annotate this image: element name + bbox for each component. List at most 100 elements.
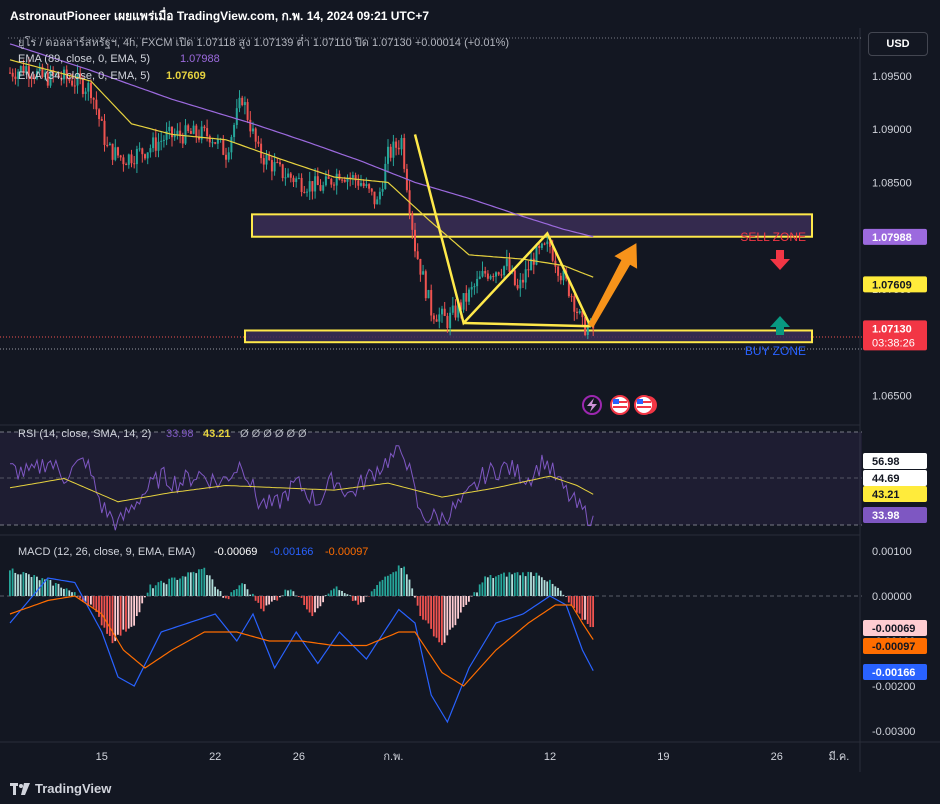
macd-histogram-bar <box>49 580 52 596</box>
us-flag-event-icon[interactable] <box>610 395 630 415</box>
tradingview-logo[interactable]: TradingView <box>10 781 111 796</box>
candle <box>160 131 163 151</box>
candle-body <box>146 152 149 159</box>
candle <box>265 150 268 170</box>
candle-body <box>90 82 92 99</box>
macd-histogram-bar <box>171 577 173 596</box>
candle-body <box>195 125 198 137</box>
macd-histogram-bar <box>17 574 19 596</box>
macd-histogram-bar <box>324 595 327 596</box>
candle <box>9 67 11 74</box>
candle <box>481 261 484 278</box>
sell-zone-label: SELL ZONE <box>740 230 806 244</box>
candle <box>119 154 122 161</box>
candle-body <box>257 141 260 144</box>
candle <box>222 135 225 156</box>
macd-histogram-bar <box>346 594 349 596</box>
macd-histogram-bar <box>473 592 476 596</box>
candle-body <box>133 163 136 165</box>
lightning-event-icon[interactable] <box>582 395 602 415</box>
macd-histogram-bar <box>173 577 176 596</box>
rsi-mid-tag: 44.69 <box>863 470 927 486</box>
candle <box>384 156 387 190</box>
candle <box>416 243 419 260</box>
macd-histogram-bar <box>9 570 11 596</box>
macd-histogram-bar <box>530 572 532 596</box>
candle-body <box>427 290 430 299</box>
candle-body <box>130 154 133 164</box>
candle-body <box>465 293 468 302</box>
candle-body <box>513 270 516 285</box>
macd-hist-tag-text: -0.00069 <box>872 623 915 635</box>
candle-body <box>578 311 581 313</box>
candle-body <box>538 245 541 248</box>
candle <box>513 269 516 287</box>
macd-histogram-bar <box>308 596 311 613</box>
macd-histogram-bar <box>503 572 505 596</box>
macd-histogram-bar <box>162 582 165 596</box>
candle-body <box>119 155 122 158</box>
candle-body <box>254 128 257 142</box>
macd-histogram-bar <box>76 596 79 597</box>
candle <box>270 156 273 181</box>
candle <box>249 111 252 138</box>
close-price-tag-text: 1.07130 <box>872 323 912 335</box>
macd-histogram-bar <box>192 571 195 596</box>
macd-histogram-bar <box>365 596 368 597</box>
macd-histogram-bar <box>176 579 179 596</box>
time-tick-label: 26 <box>293 751 305 763</box>
candle <box>532 252 535 275</box>
macd-histogram-bar <box>484 576 486 596</box>
macd-histogram-bar <box>68 590 71 596</box>
legend-macd-line: -0.00166 <box>270 546 313 558</box>
chart-canvas[interactable]: 1.095001.090001.085001.075001.065000.001… <box>0 0 940 804</box>
candle <box>262 154 265 173</box>
macd-histogram-bar <box>90 596 92 605</box>
macd-histogram-bar <box>368 596 370 597</box>
candle-body <box>478 276 481 279</box>
candle-body <box>489 276 492 279</box>
macd-histogram-bar <box>551 583 554 596</box>
macd-histogram-bar <box>225 596 227 599</box>
us-flag-event-icon-stacked[interactable] <box>634 395 657 415</box>
candle-body <box>527 269 530 271</box>
candle <box>376 196 379 205</box>
macd-histogram-bar <box>424 596 427 621</box>
ema89-price-tag: 1.07988 <box>863 228 927 245</box>
macd-histogram-bar <box>565 596 567 597</box>
candle-body <box>292 177 295 183</box>
candle-body <box>235 108 238 125</box>
candle-body <box>368 184 371 189</box>
candle-body <box>252 128 254 132</box>
currency-button[interactable]: USD <box>868 32 928 56</box>
candle <box>314 168 317 199</box>
rsi-mid-tag-text: 44.69 <box>872 473 900 485</box>
candle <box>260 138 263 164</box>
macd-histogram-bar <box>200 569 203 596</box>
candle <box>216 134 219 150</box>
macd-histogram-bar <box>111 596 114 644</box>
macd-histogram-bar <box>279 596 281 598</box>
price-tick-label: 1.09000 <box>872 124 912 136</box>
candle-body <box>184 125 187 144</box>
candle <box>430 284 433 322</box>
candle-body <box>144 154 146 159</box>
macd-histogram-bar <box>395 571 397 596</box>
candle-body <box>233 124 236 138</box>
candle <box>157 133 160 158</box>
candle-body <box>365 184 368 186</box>
macd-histogram-bar <box>249 594 252 596</box>
macd-histogram-bar <box>243 584 246 596</box>
candle-body <box>357 180 360 186</box>
candle-body <box>208 136 211 143</box>
candle <box>292 175 295 188</box>
candle-body <box>387 146 389 164</box>
candle-body <box>11 72 14 77</box>
candle-body <box>214 142 217 144</box>
candle <box>168 120 171 140</box>
macd-histogram-bar <box>52 585 54 596</box>
candle-body <box>100 119 103 121</box>
macd-histogram-bar <box>333 588 335 596</box>
macd-histogram-bar <box>265 596 268 606</box>
macd-histogram-bar <box>130 596 133 627</box>
